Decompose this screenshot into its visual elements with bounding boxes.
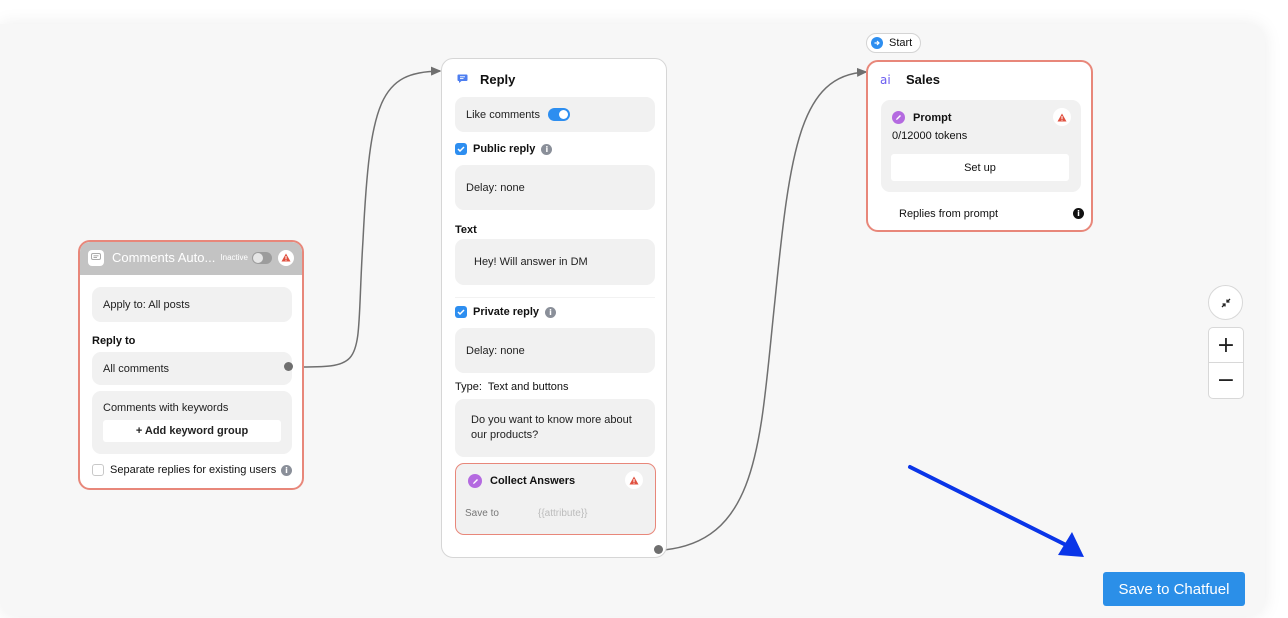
add-keyword-group-button[interactable]: + Add keyword group	[103, 420, 281, 442]
save-to-chatfuel-button[interactable]: Save to Chatfuel	[1103, 572, 1245, 606]
separate-replies-checkbox[interactable]	[92, 464, 104, 476]
node-header[interactable]: Reply	[454, 71, 515, 87]
public-delay-field[interactable]: Delay: none	[455, 165, 655, 210]
node-header[interactable]: Comments Auto... Inactive	[80, 242, 302, 275]
node-title: Sales	[906, 72, 940, 87]
reply-node[interactable]: Reply Like comments Public reply i Delay…	[441, 58, 667, 558]
sales-node[interactable]: ai Sales Prompt 0/12000 tokens Set up Re…	[866, 60, 1093, 232]
zoom-in-button[interactable]: +	[1209, 328, 1243, 363]
section-divider	[455, 297, 655, 298]
private-delay-field[interactable]: Delay: none	[455, 328, 655, 373]
prompt-block[interactable]: Prompt 0/12000 tokens Set up	[881, 100, 1081, 192]
reply-chat-icon	[454, 71, 470, 87]
warning-icon[interactable]	[625, 471, 643, 489]
node-title: Reply	[480, 71, 516, 87]
warning-icon[interactable]	[1053, 108, 1071, 126]
edit-icon	[892, 111, 905, 124]
separate-replies-row[interactable]: Separate replies for existing users i	[92, 464, 292, 476]
setup-button[interactable]: Set up	[891, 154, 1069, 181]
all-comments-option[interactable]: All comments	[92, 352, 292, 385]
text-label: Text	[455, 224, 477, 236]
like-comments-field[interactable]: Like comments	[455, 97, 655, 132]
ai-icon: ai	[880, 72, 891, 87]
node-title: Comments Auto...	[112, 250, 216, 265]
status-label: Inactive	[220, 253, 248, 262]
message-text-field[interactable]: Do you want to know more about our produ…	[455, 399, 655, 457]
private-reply-checkbox[interactable]	[455, 306, 467, 318]
warning-icon[interactable]	[278, 249, 294, 266]
info-icon[interactable]: i	[545, 306, 557, 318]
zoom-out-button[interactable]: −	[1209, 363, 1243, 398]
chat-icon	[88, 249, 104, 266]
private-reply-row[interactable]: Private reply i	[455, 306, 557, 318]
public-reply-row[interactable]: Public reply i	[455, 143, 553, 155]
arrow-right-circle-icon	[871, 37, 883, 49]
public-reply-checkbox[interactable]	[455, 143, 467, 155]
start-badge[interactable]: Start	[866, 33, 922, 53]
fit-view-button[interactable]	[1208, 285, 1243, 320]
keywords-option[interactable]: Comments with keywords + Add keyword gro…	[92, 391, 292, 454]
node-header[interactable]: ai Sales	[880, 72, 940, 87]
reply-output-port[interactable]	[654, 545, 663, 554]
message-type-label: Type: Text and buttons	[455, 381, 569, 393]
zoom-controls: + −	[1208, 327, 1244, 399]
info-icon[interactable]: i	[281, 464, 292, 476]
edit-icon	[468, 474, 482, 488]
reply-to-label: Reply to	[92, 335, 136, 347]
collect-answers-block[interactable]: Collect Answers Save to {{attribute}}	[455, 463, 656, 535]
save-to-label: Save to	[465, 508, 499, 519]
replies-from-prompt-label: Replies from prompt	[899, 208, 999, 220]
info-icon[interactable]: i	[541, 143, 553, 155]
like-comments-toggle[interactable]	[547, 108, 570, 121]
text-message-field[interactable]: Hey! Will answer in DM	[455, 239, 655, 285]
collapse-arrows-icon	[1221, 298, 1230, 307]
all-comments-output-port[interactable]	[284, 362, 293, 371]
comments-automation-node[interactable]: Comments Auto... Inactive Apply to: All …	[78, 240, 304, 490]
attribute-input[interactable]: {{attribute}}	[538, 508, 588, 519]
active-toggle[interactable]	[252, 251, 272, 264]
tokens-count: 0/12000 tokens	[892, 130, 968, 142]
info-icon[interactable]: i	[1073, 208, 1084, 219]
apply-to-field[interactable]: Apply to: All posts	[92, 287, 292, 322]
